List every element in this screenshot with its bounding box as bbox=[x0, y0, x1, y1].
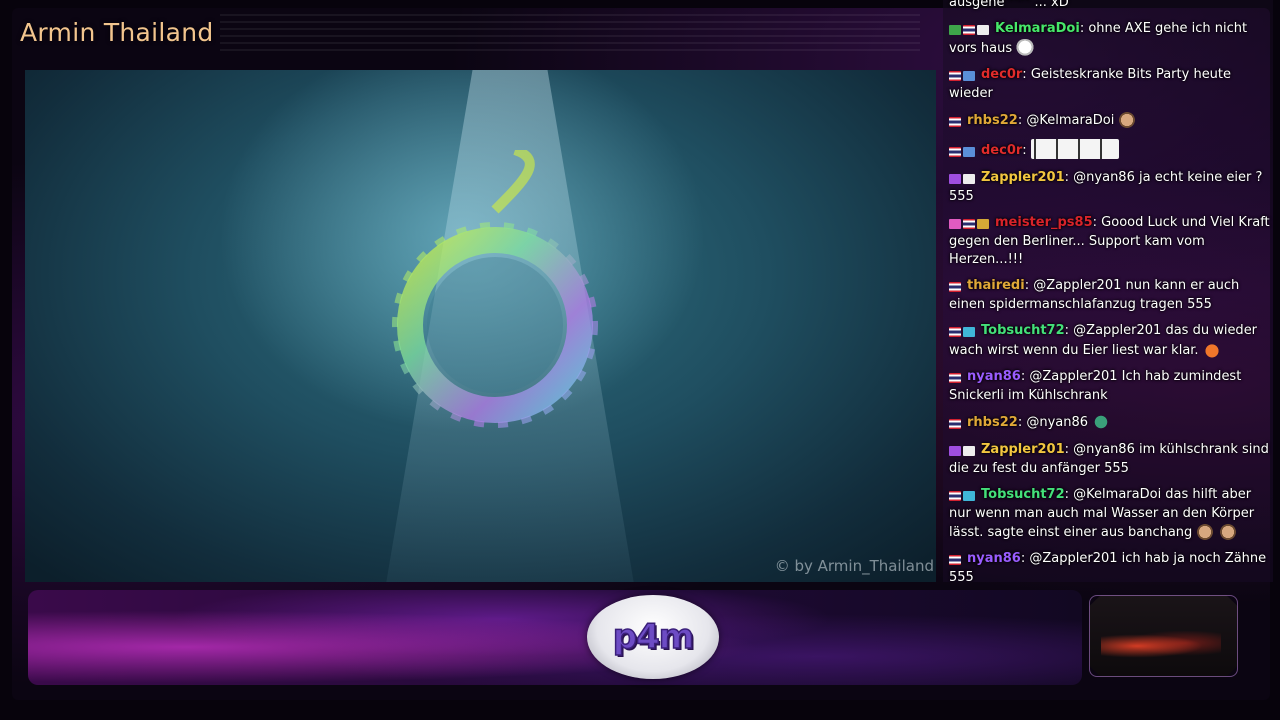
bits-badge-icon bbox=[949, 173, 961, 184]
badge-group bbox=[949, 170, 977, 188]
chat-message: Tobsucht72: @Zappler201 das du wieder wa… bbox=[949, 322, 1271, 360]
thai-flag-icon bbox=[949, 418, 961, 429]
chat-separator: : bbox=[1092, 215, 1098, 230]
badge-group bbox=[949, 415, 963, 433]
badge-group bbox=[949, 143, 977, 161]
video-watermark: © by Armin_Thailand bbox=[774, 557, 934, 575]
chat-separator: : bbox=[1064, 487, 1070, 502]
chat-separator: : bbox=[1064, 442, 1070, 457]
video-player[interactable]: © by Armin_Thailand bbox=[25, 70, 936, 582]
chat-message: Zappler201: @nyan86 im kühlschrank sind … bbox=[949, 441, 1271, 478]
chat-message: rhbs22: @nyan86 bbox=[949, 413, 1271, 433]
thai-flag-icon bbox=[949, 326, 961, 337]
badge-group bbox=[949, 442, 977, 460]
face-emote-icon bbox=[1195, 523, 1216, 541]
badge-group bbox=[949, 113, 963, 131]
thai-flag-icon bbox=[949, 372, 961, 383]
chat-separator: : bbox=[1024, 278, 1030, 293]
thai-flag-icon bbox=[949, 554, 961, 565]
bits-badge-icon bbox=[949, 445, 961, 456]
chat-separator: : bbox=[1020, 369, 1026, 384]
green-badge-icon bbox=[949, 24, 961, 35]
penguin-emote-strip bbox=[1030, 139, 1119, 159]
chat-message: rhbs22: @KelmaraDoi bbox=[949, 111, 1271, 131]
video-badge-icon bbox=[963, 173, 975, 184]
chat-username[interactable]: dec0r bbox=[981, 143, 1022, 158]
bottom-bar bbox=[28, 590, 1082, 685]
chat-username[interactable]: meister_ps85 bbox=[995, 215, 1093, 230]
video-badge-icon bbox=[963, 445, 975, 456]
thai-flag-icon bbox=[949, 70, 961, 81]
gift-badge-icon bbox=[963, 70, 975, 81]
chat-username[interactable]: Zappler201 bbox=[981, 170, 1065, 185]
badge-group bbox=[949, 551, 963, 569]
chat-message: dec0r: Geisteskranke Bits Party heute wi… bbox=[949, 66, 1271, 103]
chat-username[interactable]: rhbs22 bbox=[967, 415, 1018, 430]
heart-badge-icon bbox=[949, 218, 961, 229]
chat-text: @KelmaraDoi bbox=[1026, 113, 1115, 128]
sub-badge-icon bbox=[963, 490, 975, 501]
chat-message: nyan86: @Zappler201 Ich hab zumindest Sn… bbox=[949, 368, 1271, 405]
badge-group bbox=[949, 369, 963, 387]
thai-flag-icon bbox=[963, 24, 975, 35]
sub-badge-icon bbox=[963, 326, 975, 337]
badge-group bbox=[949, 67, 977, 85]
chat-username[interactable]: rhbs22 bbox=[967, 113, 1018, 128]
chat-message: Zappler201: @nyan86 ja echt keine eier ?… bbox=[949, 169, 1271, 206]
chat-panel[interactable]: ausgehe ^^ ... xD KelmaraDoi: ohne AXE ge… bbox=[943, 0, 1273, 582]
smoke-ring-visual bbox=[392, 150, 598, 428]
badge-group bbox=[949, 487, 977, 505]
chat-message: nyan86: @Zappler201 ich hab ja noch Zähn… bbox=[949, 550, 1271, 582]
chat-message: meister_ps85: Goood Luck und Viel Kraft … bbox=[949, 214, 1271, 269]
thai-flag-icon bbox=[949, 146, 961, 157]
chat-message: KelmaraDoi: ohne AXE gehe ich nicht vors… bbox=[949, 20, 1271, 58]
badge-group bbox=[949, 215, 991, 233]
thai-flag-icon bbox=[949, 490, 961, 501]
thai-flag-icon bbox=[949, 281, 961, 292]
chat-separator: : bbox=[1020, 551, 1026, 566]
chat-text: @nyan86 bbox=[1026, 415, 1089, 430]
chat-message: thairedi: @Zappler201 nun kann er auch e… bbox=[949, 277, 1271, 314]
chick-emote-icon bbox=[1201, 341, 1222, 359]
chat-text: ohne AXE gehe ich nicht vors haus bbox=[949, 21, 1248, 56]
badge-group bbox=[949, 323, 977, 341]
chat-username[interactable]: thairedi bbox=[967, 278, 1025, 293]
video-badge-icon bbox=[977, 24, 989, 35]
header-stripes bbox=[220, 14, 920, 54]
badge-group bbox=[949, 21, 991, 39]
chat-separator: : bbox=[1022, 67, 1027, 82]
thai-flag-icon bbox=[949, 116, 961, 127]
chat-separator: : bbox=[1022, 143, 1027, 158]
chat-username[interactable]: Tobsucht72 bbox=[981, 487, 1065, 502]
chat-separator: : bbox=[1064, 323, 1070, 338]
chat-text: ausgehe ^^ ... xD bbox=[949, 0, 1069, 10]
green-emote-icon bbox=[1091, 413, 1112, 431]
gift-badge-icon bbox=[963, 146, 975, 157]
chat-separator: : bbox=[1079, 21, 1085, 36]
chat-message-list[interactable]: ausgehe ^^ ... xD KelmaraDoi: ohne AXE ge… bbox=[949, 0, 1271, 582]
chat-separator: : bbox=[1064, 170, 1070, 185]
thai-flag-icon bbox=[963, 218, 975, 229]
face-emote-icon bbox=[1117, 111, 1138, 129]
face-emote-icon bbox=[1218, 523, 1239, 541]
logo-text: p4m bbox=[612, 616, 695, 658]
p4m-logo: p4m bbox=[587, 595, 719, 679]
chat-username[interactable]: nyan86 bbox=[967, 369, 1021, 384]
webcam-frame bbox=[1089, 595, 1238, 677]
chat-separator: : bbox=[1017, 113, 1023, 128]
chat-message: dec0r: bbox=[949, 139, 1271, 161]
badge-group bbox=[949, 278, 963, 296]
ghost-emote-icon bbox=[1015, 39, 1036, 57]
chat-username[interactable]: Zappler201 bbox=[981, 442, 1065, 457]
chat-username[interactable]: Tobsucht72 bbox=[981, 323, 1065, 338]
chat-message: ausgehe ^^ ... xD bbox=[949, 0, 1271, 12]
chat-separator: : bbox=[1017, 415, 1023, 430]
chat-username[interactable]: dec0r bbox=[981, 67, 1022, 82]
chat-username[interactable]: KelmaraDoi bbox=[995, 21, 1080, 36]
channel-title: Armin Thailand bbox=[20, 18, 214, 47]
chat-message: Tobsucht72: @KelmaraDoi das hilft aber n… bbox=[949, 486, 1271, 542]
crown-badge-icon bbox=[977, 218, 989, 229]
chat-username[interactable]: nyan86 bbox=[967, 551, 1021, 566]
